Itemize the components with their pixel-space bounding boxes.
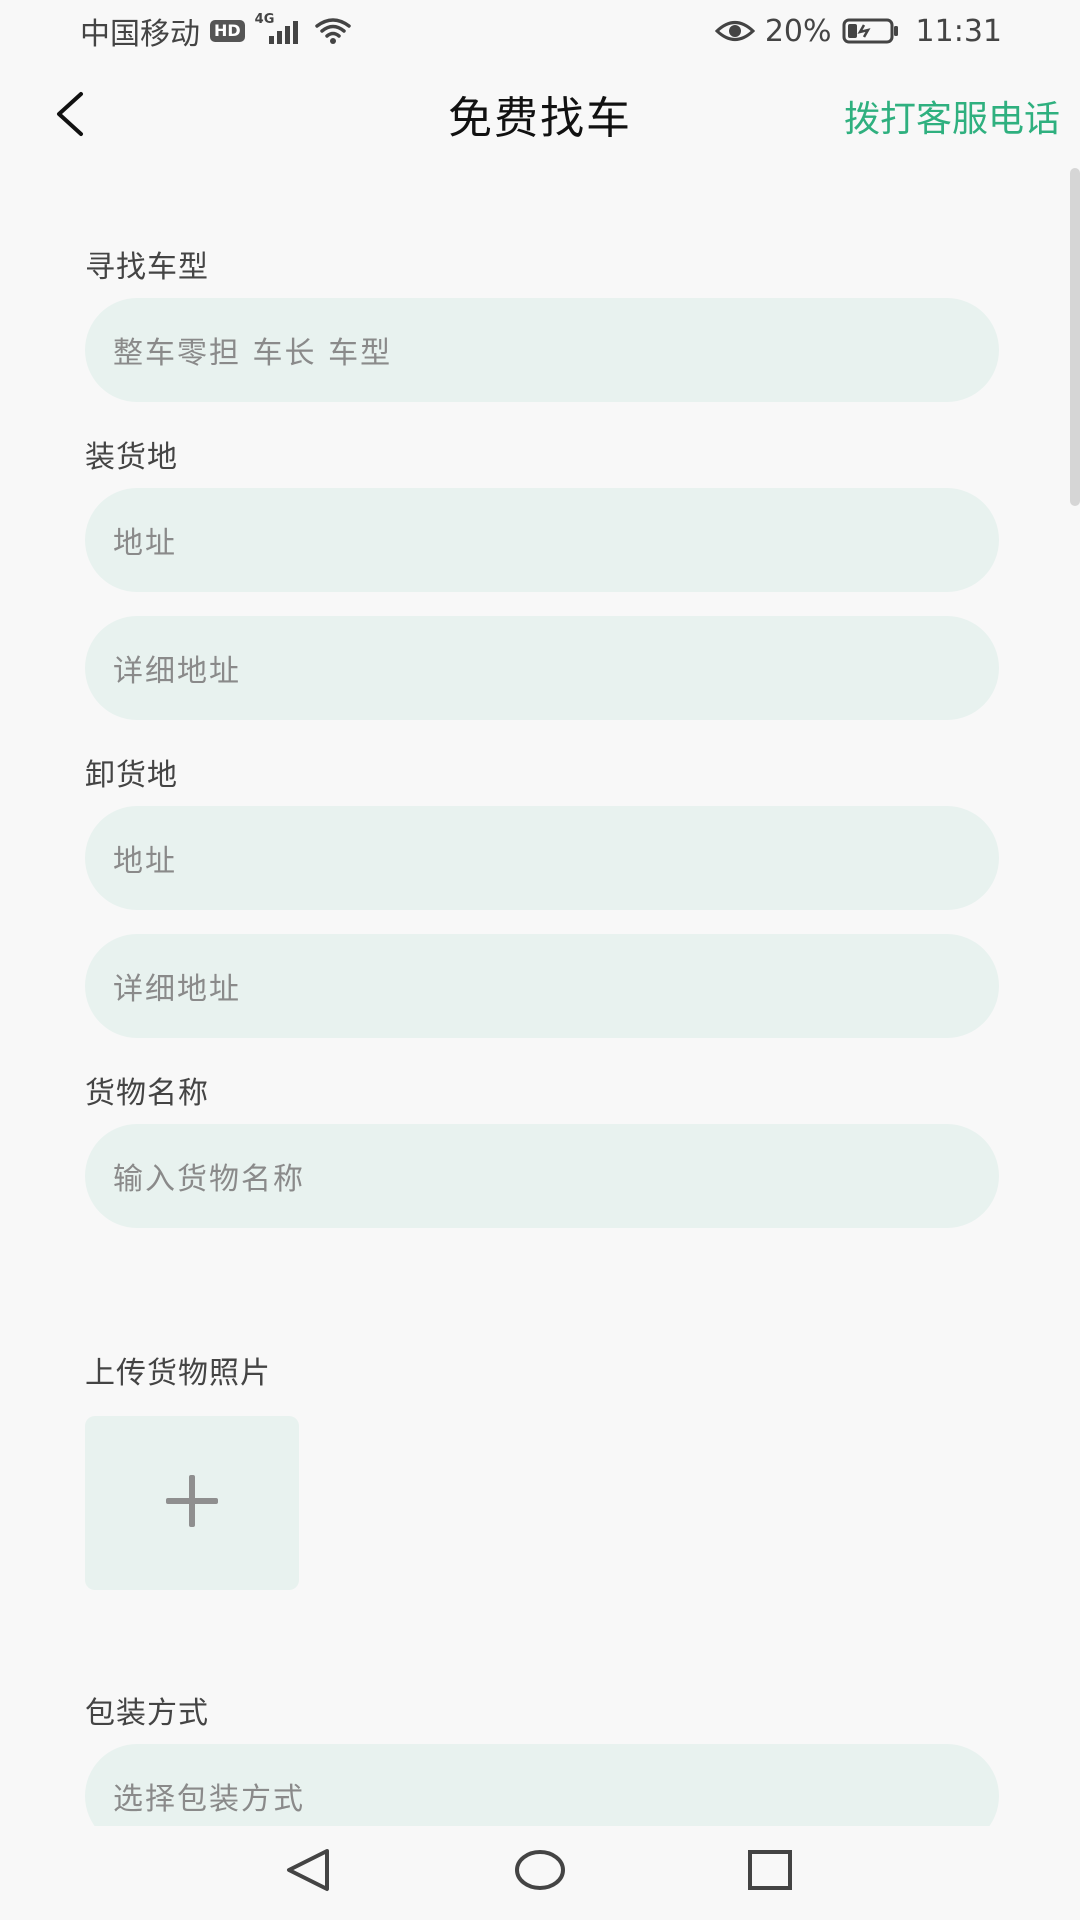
loading-detail-placeholder: 详细地址: [113, 654, 241, 689]
loading-address-placeholder: 地址: [113, 526, 177, 561]
unloading-detail-placeholder: 详细地址: [113, 972, 241, 1007]
unloading-place-label: 卸货地: [85, 758, 178, 793]
upload-photo-button[interactable]: [85, 1416, 299, 1590]
unloading-address-placeholder: 地址: [113, 844, 177, 879]
carrier-name: 中国移动: [80, 17, 200, 52]
goods-name-input[interactable]: 输入货物名称: [85, 1124, 999, 1228]
scrollbar[interactable]: [1070, 168, 1080, 506]
goods-name-placeholder: 输入货物名称: [113, 1162, 305, 1197]
nav-recents-button[interactable]: [740, 1842, 800, 1902]
nav-back-button[interactable]: [278, 1842, 338, 1902]
signal-icon: 4G: [255, 12, 305, 46]
hd-badge: HD: [210, 20, 245, 42]
status-right: 20% 11:31: [714, 13, 1002, 49]
status-bar: 中国移动 HD 4G 20% 11:31: [0, 0, 1080, 62]
loading-detail-address-field[interactable]: 详细地址: [85, 616, 999, 720]
eye-icon: [714, 18, 755, 44]
battery-icon: [842, 17, 900, 45]
nav-home-icon: [513, 1848, 567, 1896]
status-left: 中国移动 HD 4G: [80, 9, 351, 53]
loading-address-field[interactable]: 地址: [85, 488, 999, 592]
plus-icon: [162, 1471, 222, 1535]
packaging-placeholder: 选择包装方式: [113, 1782, 305, 1817]
nav-home-button[interactable]: [510, 1842, 570, 1902]
wifi-icon: [314, 16, 351, 46]
vehicle-type-placeholder: 整车零担 车长 车型: [113, 336, 393, 371]
nav-recents-icon: [746, 1848, 794, 1896]
back-button[interactable]: [40, 86, 100, 146]
page-title: 免费找车: [448, 93, 632, 144]
loading-place-label: 装货地: [85, 440, 178, 475]
unloading-detail-address-field[interactable]: 详细地址: [85, 934, 999, 1038]
nav-back-icon: [283, 1845, 333, 1899]
upload-photo-label: 上传货物照片: [85, 1356, 271, 1391]
top-app-bar: 免费找车 拨打客服电话: [0, 62, 1080, 166]
clock: 11:31: [915, 13, 1002, 49]
battery-percent: 20%: [764, 13, 832, 49]
packaging-label: 包装方式: [85, 1696, 209, 1731]
back-icon: [53, 90, 87, 142]
system-nav-bar: [0, 1826, 1080, 1920]
vehicle-type-label: 寻找车型: [85, 250, 209, 285]
call-service-button[interactable]: 拨打客服电话: [844, 90, 1060, 142]
goods-name-label: 货物名称: [85, 1076, 209, 1111]
vehicle-type-field[interactable]: 整车零担 车长 车型: [85, 298, 999, 402]
unloading-address-field[interactable]: 地址: [85, 806, 999, 910]
